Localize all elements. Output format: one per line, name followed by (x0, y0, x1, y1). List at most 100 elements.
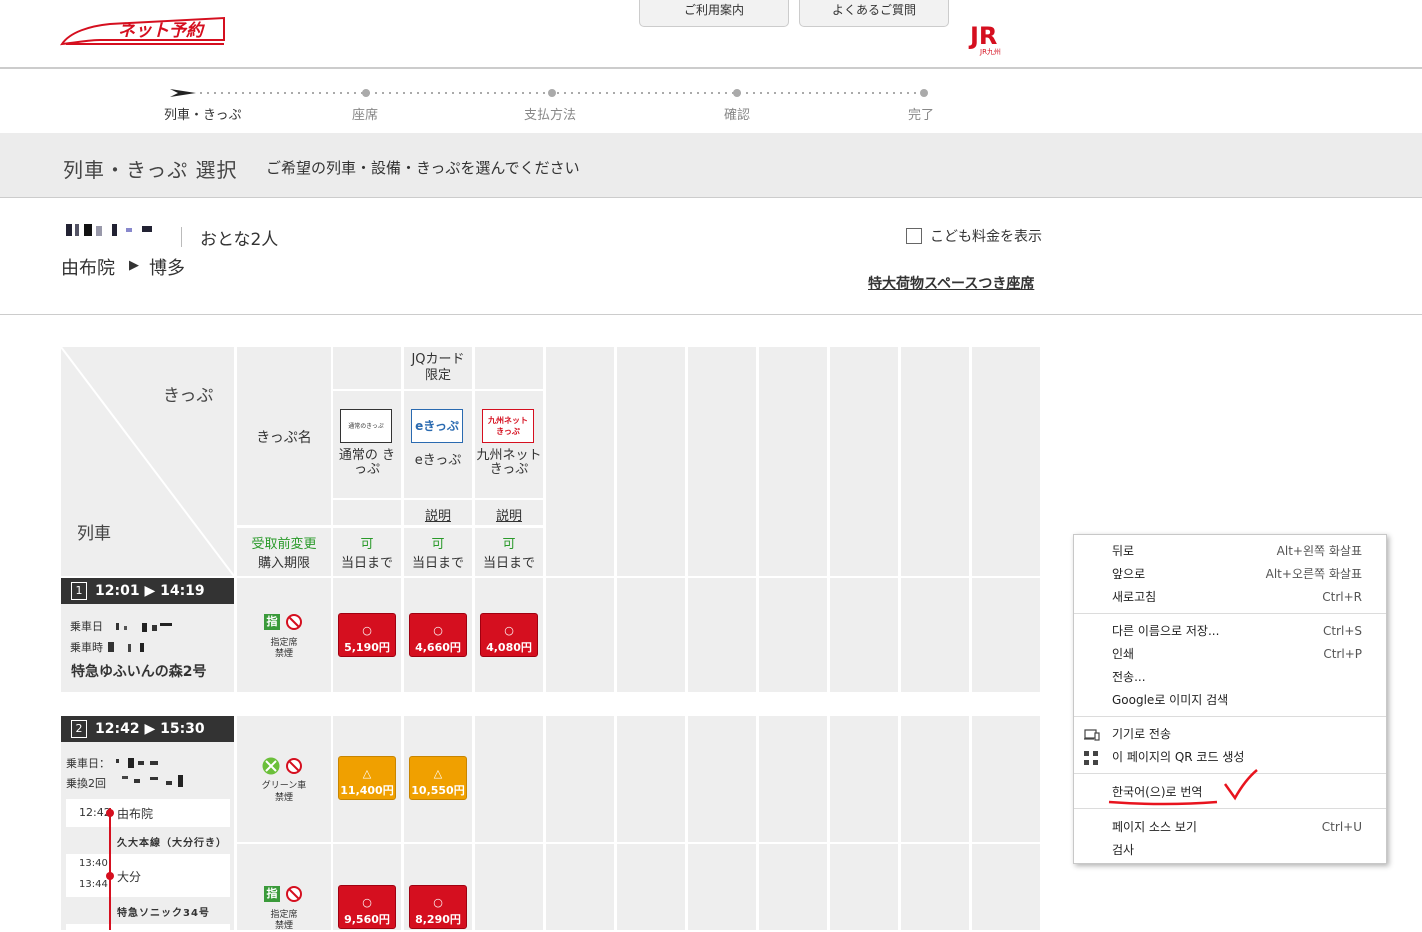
current-step-arrow-icon (170, 89, 196, 97)
progress-steps (0, 69, 1422, 133)
train-2-reserved-smoking: 禁煙 (274, 921, 293, 931)
train-2-arrive: 15:30 (160, 721, 205, 737)
step-payment: 支払方法 (524, 108, 577, 123)
step-seat: 座席 (352, 108, 379, 123)
fare-button-train-1-e[interactable]: ○ 4,660円 (409, 613, 467, 657)
train-2-ride-day-label: 乗車日： (66, 757, 110, 770)
train-1-redacted (116, 618, 176, 632)
empty-table-cell (546, 578, 614, 692)
menu-separator (1074, 613, 1386, 614)
empty-table-cell (972, 844, 1040, 930)
empty-table-cell (688, 844, 756, 930)
segment-1-line: 久大本線（大分行き） (117, 838, 227, 849)
ticket-name-normal: 通常の きっぷ (338, 448, 396, 477)
fare-button-train-1-normal[interactable]: ○ 5,190円 (338, 613, 396, 657)
empty-table-cell (901, 844, 969, 930)
empty-table-cell (830, 716, 898, 842)
menu-item-save-as[interactable]: 다른 이름으로 저장... Ctrl+S (1074, 620, 1386, 642)
route-to: 博多 (149, 258, 185, 279)
net-yoyaku-logo[interactable]: ネット予約 (59, 14, 226, 48)
train-2-green-seat-cell: グリーン車 禁煙 (237, 716, 331, 842)
site-header: ネット予約 ご利用案内 よくあるご質問 JR JR九州 (0, 0, 1422, 69)
train-1-header[interactable]: 1 12:01 ▶ 14:19 (61, 578, 234, 604)
menu-item-view-source[interactable]: 페이지 소스 보기 Ctrl+U (1074, 816, 1386, 838)
child-fare-label[interactable]: こども料金を表示 (930, 226, 1042, 246)
svg-text:JR九州: JR九州 (979, 47, 1001, 56)
green-car-icon (262, 757, 280, 775)
page-subtitle: ご希望の列車・設備・きっぷを選んでください (266, 159, 580, 177)
deadline-normal: 当日まで (340, 556, 393, 571)
empty-table-cell (759, 844, 827, 930)
train-1-smoking: 禁煙 (274, 649, 293, 659)
station-dot-yufuin (106, 809, 114, 817)
corner-ticket-label: きっぷ (163, 386, 214, 406)
table-corner-cell: きっぷ 列車 (61, 347, 234, 576)
empty-table-cell (830, 578, 898, 692)
train-1-seat-type: 指定席 (270, 638, 298, 648)
segment-2-line: 特急ソニック34号 (117, 908, 210, 919)
menu-separator (1074, 716, 1386, 717)
deadline-label: 購入期限 (257, 556, 310, 571)
title-band: 列車・きっぷ 選択 ご希望の列車・設備・きっぷを選んでください (0, 133, 1422, 198)
menu-item-back[interactable]: 뒤로 Alt+왼쪽 화살표 (1074, 540, 1386, 562)
fare-button-train-2-reserved-e[interactable]: ○ 8,290円 (409, 885, 467, 929)
page-title: 列車・きっぷ 選択 (63, 158, 238, 182)
change-deadline-header: 受取前変更 購入期限 (237, 528, 331, 576)
fare-button-train-2-reserved-normal[interactable]: ○ 9,560円 (338, 885, 396, 929)
tab-faq[interactable]: よくあるご質問 (799, 0, 949, 27)
annotation-check-mark (1108, 769, 1258, 806)
info-divider (181, 227, 182, 247)
empty-table-cell (972, 578, 1040, 692)
passenger-count: おとな2人 (200, 230, 279, 250)
menu-item-send-to-device[interactable]: 기기로 전송 (1074, 723, 1386, 745)
change-kyushu-net: 可 (502, 537, 516, 552)
empty-table-cell (901, 347, 969, 576)
train-2-number: 2 (71, 720, 87, 738)
menu-item-cast[interactable]: 전송... (1074, 666, 1386, 688)
redacted-date (66, 222, 158, 238)
fare-button-train-2-green-e[interactable]: △ 10,550円 (409, 756, 467, 800)
reserved-seat-icon: 指 (264, 886, 280, 902)
kyushu-net-ticket-icon: 九州ネット きっぷ (482, 409, 534, 443)
jr-kyushu-logo[interactable]: JR JR九州 (968, 22, 1020, 56)
menu-item-forward[interactable]: 앞으로 Alt+오른쪽 화살표 (1074, 563, 1386, 585)
train-1-number: 1 (71, 582, 87, 600)
empty-table-cell (830, 347, 898, 576)
empty-table-cell (617, 578, 685, 692)
normal-ticket-icon: 通常のきっぷ (340, 409, 392, 443)
train-2-header[interactable]: 2 12:42 ▶ 15:30 (61, 716, 234, 742)
fare-button-train-1-kyushu-net[interactable]: ○ 4,080円 (480, 613, 538, 657)
train-2-reserved-seat-type: 指定席 (270, 910, 298, 920)
empty-table-cell (617, 347, 685, 576)
empty-table-cell (688, 578, 756, 692)
menu-item-google-image-search[interactable]: Google로 이미지 검색 (1074, 689, 1386, 711)
tab-guide[interactable]: ご利用案内 (639, 0, 789, 27)
empty-table-cell (546, 347, 614, 576)
ticket-name-label: きっぷ名 (256, 430, 312, 446)
menu-item-inspect[interactable]: 검사 (1074, 839, 1386, 861)
luggage-space-link[interactable]: 特大荷物スペースつき座席 (868, 273, 1034, 293)
empty-table-cell (759, 578, 827, 692)
route-arrow-icon: ▶ (129, 258, 139, 273)
empty-table-cell (759, 347, 827, 576)
route-timeline-line (109, 808, 111, 930)
menu-item-reload[interactable]: 새로고침 Ctrl+R (1074, 586, 1386, 608)
child-fare-checkbox[interactable] (906, 228, 922, 244)
menu-item-qr-code[interactable]: 이 페이지의 QR 코드 생성 (1074, 746, 1386, 768)
e-ticket-explain-link[interactable]: 説明 (404, 505, 472, 524)
train-1-arrive: 14:19 (160, 583, 205, 599)
train-2-transfer-label: 乗換2回 (66, 777, 106, 790)
route-from: 由布院 (61, 258, 115, 279)
svg-text:JR: JR (968, 22, 997, 50)
train-2-depart: 12:42 (95, 721, 140, 737)
logo-text: ネット予約 (118, 21, 205, 41)
no-smoking-icon (286, 758, 302, 774)
fare-button-train-2-green-normal[interactable]: △ 11,400円 (338, 756, 396, 800)
change-label: 受取前変更 (251, 537, 317, 552)
kyushu-net-explain-link[interactable]: 説明 (475, 505, 543, 524)
deadline-e: 当日まで (411, 556, 464, 571)
menu-item-print[interactable]: 인쇄 Ctrl+P (1074, 643, 1386, 665)
change-e: 可 (431, 537, 445, 552)
empty-table-cell (546, 844, 614, 930)
train-1-ride-time-label: 乗車時 (70, 641, 103, 654)
